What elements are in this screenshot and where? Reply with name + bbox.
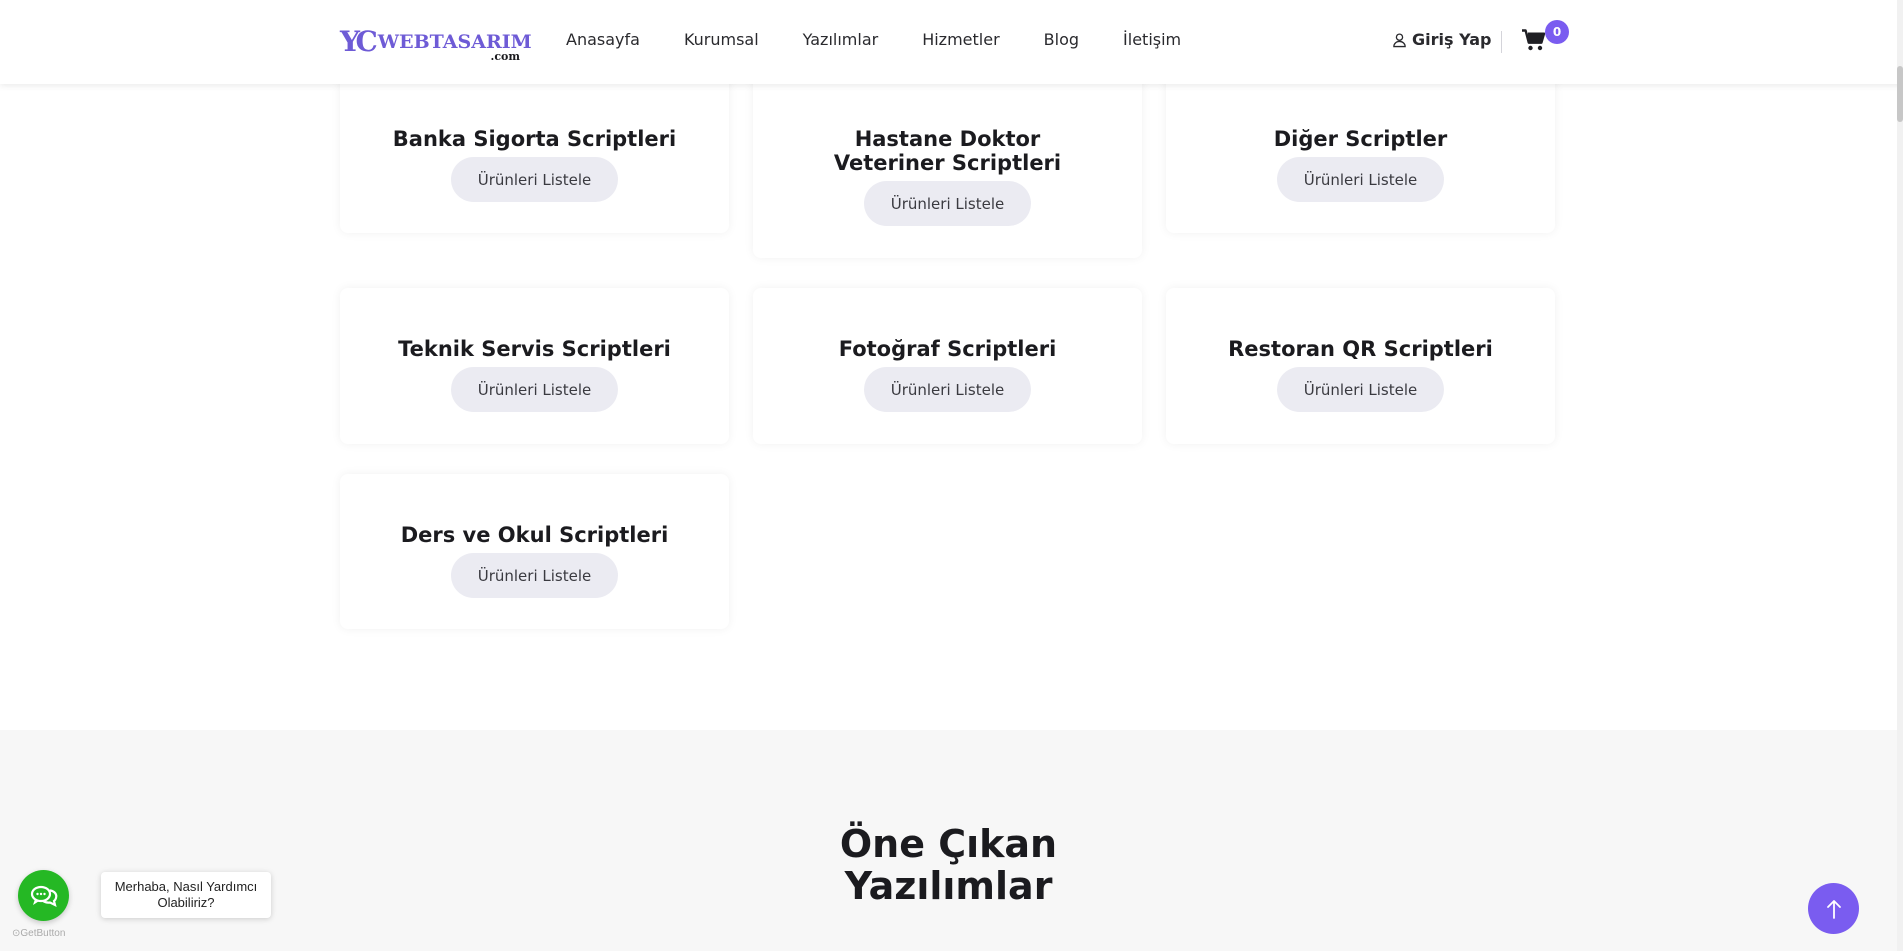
category-title: Banka Sigorta Scriptleri [392, 127, 677, 151]
category-title: Ders ve Okul Scriptleri [400, 523, 669, 547]
logo-suffix: .com [490, 50, 520, 63]
page-scrollbar[interactable] [1897, 0, 1903, 951]
login-label: Giriş Yap [1412, 30, 1492, 49]
getbutton-label: GetButton [20, 928, 66, 939]
nav-item-iletisim[interactable]: İletişim [1123, 30, 1181, 49]
category-card: Hastane Doktor Veteriner Scriptleri Ürün… [753, 60, 1142, 258]
list-products-button[interactable]: Ürünleri Listele [1277, 367, 1444, 412]
scroll-top-button[interactable] [1808, 883, 1859, 934]
header-divider [1501, 31, 1502, 53]
logo-mark: YC [340, 25, 378, 58]
list-products-button[interactable]: Ürünleri Listele [451, 553, 618, 598]
list-products-button[interactable]: Ürünleri Listele [864, 181, 1031, 226]
nav-item-kurumsal[interactable]: Kurumsal [684, 30, 759, 49]
category-card: Fotoğraf Scriptleri Ürünleri Listele [753, 288, 1142, 444]
scrollbar-thumb[interactable] [1897, 66, 1903, 122]
site-logo[interactable]: YC WEBTASARIM .com [340, 25, 532, 64]
category-card: Restoran QR Scriptleri Ürünleri Listele [1166, 288, 1555, 444]
nav-item-yazilimlar[interactable]: Yazılımlar [803, 30, 879, 49]
arrow-up-icon [1826, 899, 1841, 919]
nav-item-anasayfa[interactable]: Anasayfa [566, 30, 640, 49]
featured-section: Öne Çıkan Yazılımlar [0, 730, 1897, 951]
section-title: Öne Çıkan Yazılımlar [0, 823, 1897, 907]
list-products-button[interactable]: Ürünleri Listele [864, 367, 1031, 412]
section-title-line: Öne Çıkan [839, 822, 1058, 866]
category-card: Banka Sigorta Scriptleri Ürünleri Listel… [340, 60, 729, 233]
list-products-button[interactable]: Ürünleri Listele [451, 157, 618, 202]
cart-count-badge: 0 [1545, 20, 1569, 44]
cart-icon[interactable] [1522, 29, 1546, 51]
site-header: YC WEBTASARIM .com Anasayfa Kurumsal Yaz… [0, 0, 1903, 84]
nav-item-blog[interactable]: Blog [1044, 30, 1079, 49]
category-title: Hastane Doktor Veteriner Scriptleri [833, 127, 1062, 175]
chat-greeting-bubble[interactable]: Merhaba, Nasıl Yardımcı Olabiliriz? [101, 872, 271, 918]
category-title: Restoran QR Scriptleri [1228, 337, 1493, 361]
section-title-line: Yazılımlar [844, 864, 1053, 908]
chat-icon [30, 885, 57, 907]
category-title: Diğer Scriptler [1273, 127, 1448, 151]
login-link[interactable]: Giriş Yap [1392, 30, 1491, 49]
category-title: Teknik Servis Scriptleri [398, 337, 671, 361]
list-products-button[interactable]: Ürünleri Listele [451, 367, 618, 412]
main-nav: Anasayfa Kurumsal Yazılımlar Hizmetler B… [566, 30, 1225, 49]
list-products-button[interactable]: Ürünleri Listele [1277, 157, 1444, 202]
getbutton-credit[interactable]: ⊙GetButton [12, 928, 65, 939]
nav-item-hizmetler[interactable]: Hizmetler [922, 30, 999, 49]
chat-button[interactable] [18, 870, 69, 921]
category-title: Fotoğraf Scriptleri [838, 337, 1057, 361]
category-card: Ders ve Okul Scriptleri Ürünleri Listele [340, 474, 729, 629]
category-card: Diğer Scriptler Ürünleri Listele [1166, 60, 1555, 233]
user-icon [1393, 32, 1406, 47]
category-card: Teknik Servis Scriptleri Ürünleri Listel… [340, 288, 729, 444]
